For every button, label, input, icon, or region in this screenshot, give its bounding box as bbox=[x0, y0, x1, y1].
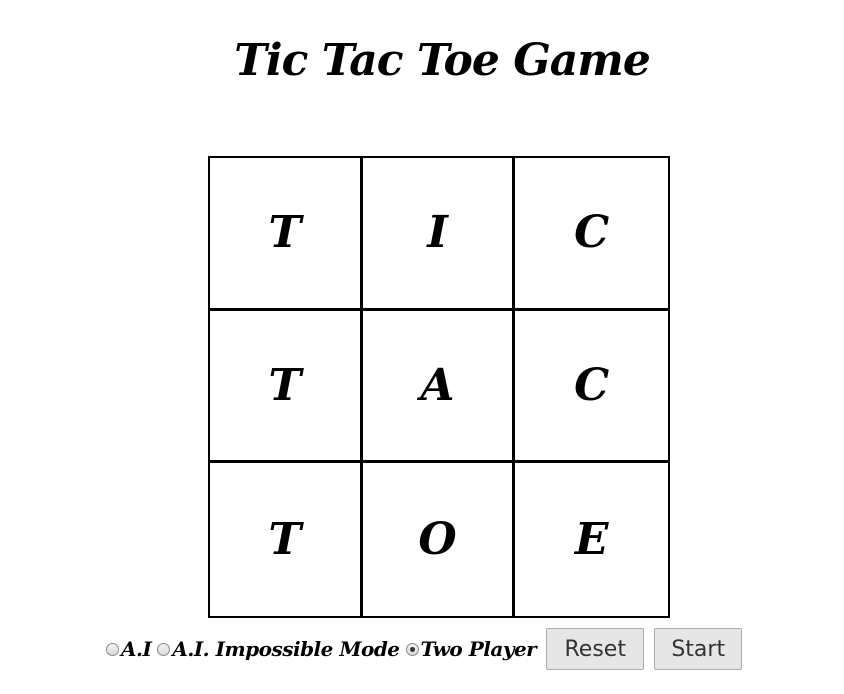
board-cell-9[interactable]: E bbox=[515, 463, 668, 616]
mode-ai-radio[interactable] bbox=[106, 642, 119, 656]
mode-two-player-radio[interactable] bbox=[405, 642, 419, 656]
mode-ai-impossible-label: A.I. Impossible Mode bbox=[172, 637, 400, 661]
board-cell-6[interactable]: C bbox=[515, 310, 668, 464]
game-controls: A.I A.I. Impossible Mode Two Player Rese… bbox=[106, 628, 743, 670]
mode-option-ai[interactable]: A.I bbox=[106, 637, 152, 661]
board-cell-5[interactable]: A bbox=[362, 310, 516, 464]
radio-selected-dot bbox=[409, 646, 415, 652]
mode-ai-impossible-radio[interactable] bbox=[157, 642, 171, 656]
page-title: Tic Tac Toe Game bbox=[234, 35, 651, 86]
start-button[interactable]: Start bbox=[654, 628, 743, 670]
mode-option-ai-impossible[interactable]: A.I. Impossible Mode bbox=[157, 637, 400, 661]
board-cell-8[interactable]: O bbox=[362, 463, 516, 616]
mode-ai-label: A.I bbox=[121, 637, 152, 661]
board-cell-2[interactable]: I bbox=[362, 158, 516, 311]
mode-two-player-label: Two Player bbox=[420, 637, 537, 661]
game-board: T I C T A C T O E bbox=[208, 156, 670, 618]
reset-button[interactable]: Reset bbox=[546, 628, 645, 670]
board-cell-4[interactable]: T bbox=[210, 310, 363, 464]
board-cell-1[interactable]: T bbox=[210, 158, 363, 311]
board-cell-7[interactable]: T bbox=[210, 463, 363, 616]
board-cell-3[interactable]: C bbox=[515, 158, 668, 311]
mode-option-two-player[interactable]: Two Player bbox=[405, 637, 537, 661]
